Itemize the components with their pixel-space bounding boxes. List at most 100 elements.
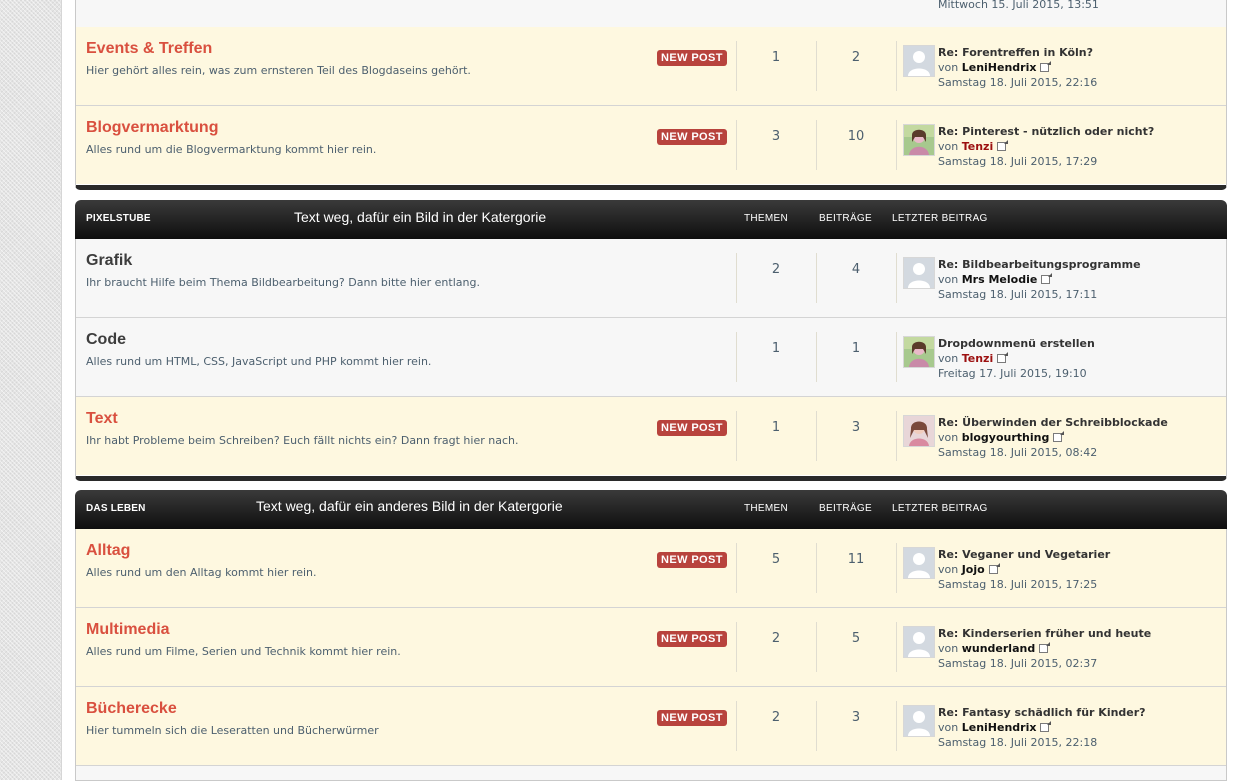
column-divider [896,120,897,170]
goto-post-icon[interactable] [1041,273,1053,284]
forum-title-link[interactable]: Alltag [86,542,130,560]
goto-post-icon[interactable] [1040,721,1052,732]
topics-count: 2 [771,710,781,725]
last-post-info: Re: Veganer und Vegetarier von Jojo Sams… [938,547,1110,592]
column-divider [816,701,817,751]
author-link[interactable]: LeniHendrix [962,721,1037,734]
column-divider [896,543,897,593]
category-title-link[interactable]: DAS LEBEN [86,503,146,514]
column-divider [896,701,897,751]
column-divider [816,543,817,593]
forum-description: Hier tummeln sich die Leseratten und Büc… [86,724,379,737]
goto-post-icon[interactable] [988,563,1000,574]
forum-title-link[interactable]: Multimedia [86,621,170,639]
last-post-title-link[interactable]: Re: Pinterest - nützlich oder nicht? [938,124,1154,139]
posts-count: 2 [851,50,861,65]
column-header-topics: THEMEN [744,503,789,514]
last-post-title-link[interactable]: Re: Fantasy schädlich für Kinder? [938,705,1146,720]
avatar[interactable] [903,124,935,156]
column-divider [896,41,897,91]
forum-title-link[interactable]: Blogvermarktung [86,119,218,137]
last-post-date: Mittwoch 15. Juli 2015, 13:51 [938,0,1099,11]
forum-row: Events & Treffen Hier gehört alles rein,… [76,27,1226,106]
last-post-date: Samstag 18. Juli 2015, 02:37 [938,657,1098,670]
last-post-title-link[interactable]: Re: Veganer und Vegetarier [938,547,1110,562]
column-divider [736,411,737,461]
topics-count: 1 [771,420,781,435]
forum-row: Bücherecke Hier tummeln sich die Leserat… [76,687,1226,766]
goto-post-icon[interactable] [1040,61,1052,72]
last-post-date: Freitag 17. Juli 2015, 19:10 [938,367,1087,380]
column-header-topics: THEMEN [744,213,789,224]
avatar[interactable] [903,257,935,289]
partial-forum-row [76,766,1226,780]
last-post-date: Samstag 18. Juli 2015, 22:18 [938,736,1098,749]
column-divider [896,622,897,672]
column-divider [736,701,737,751]
goto-post-icon[interactable] [1039,642,1051,653]
last-post-date: Samstag 18. Juli 2015, 22:16 [938,76,1098,89]
posts-count: 5 [851,631,861,646]
column-divider [816,411,817,461]
avatar[interactable] [903,547,935,579]
posts-count: 3 [851,710,861,725]
by-label: von [938,61,959,74]
topics-count: 3 [771,129,781,144]
by-label: von [938,431,959,444]
avatar[interactable] [903,336,935,368]
author-link[interactable]: LeniHendrix [962,61,1037,74]
forum-row: Blogvermarktung Alles rund um die Blogve… [76,106,1226,184]
column-divider [736,41,737,91]
goto-post-icon[interactable] [997,140,1009,151]
author-link[interactable]: Tenzi [962,352,994,365]
new-post-badge: NEW POST [657,50,727,66]
goto-post-icon[interactable] [997,352,1009,363]
avatar[interactable] [903,626,935,658]
goto-post-icon[interactable] [1053,431,1065,442]
forum-row: Text Ihr habt Probleme beim Schreiben? E… [76,397,1226,475]
category-header-pixelstube: PIXELSTUBE Text weg, dafür ein Bild in d… [75,200,1227,239]
column-divider [816,332,817,382]
last-post-title-link[interactable]: Re: Kinderserien früher und heute [938,626,1151,641]
page-side-pattern [0,0,62,780]
avatar[interactable] [903,45,935,77]
posts-count: 1 [851,341,861,356]
last-post-info: Re: Bildbearbeitungsprogramme von Mrs Me… [938,257,1141,302]
forum-group-blog: Events & Treffen Hier gehört alles rein,… [75,27,1227,190]
author-link[interactable]: Mrs Melodie [962,273,1038,286]
forum-description: Alles rund um die Blogvermarktung kommt … [86,143,377,156]
last-post-title-link[interactable]: Re: Überwinden der Schreibblockade [938,415,1168,430]
author-link[interactable]: blogyourthing [962,431,1050,444]
column-divider [736,622,737,672]
last-post-date: Samstag 18. Juli 2015, 17:11 [938,288,1098,301]
avatar[interactable] [903,705,935,737]
forum-title-link[interactable]: Events & Treffen [86,40,212,58]
avatar[interactable] [903,415,935,447]
by-label: von [938,352,959,365]
forum-description: Ihr habt Probleme beim Schreiben? Euch f… [86,434,519,447]
forum-title-link[interactable]: Code [86,331,126,349]
column-divider [736,332,737,382]
forum-title-link[interactable]: Grafik [86,252,132,270]
last-post-info: Re: Pinterest - nützlich oder nicht? von… [938,124,1154,169]
author-link[interactable]: Jojo [962,563,985,576]
forum-title-link[interactable]: Bücherecke [86,700,177,718]
forum-description: Alles rund um HTML, CSS, JavaScript und … [86,355,432,368]
author-link[interactable]: wunderland [962,642,1035,655]
forum-title-link[interactable]: Text [86,410,118,428]
last-post-date: Samstag 18. Juli 2015, 17:29 [938,155,1098,168]
category-title-link[interactable]: PIXELSTUBE [86,213,151,224]
column-divider [736,253,737,303]
last-post-title-link[interactable]: Re: Bildbearbeitungsprogramme [938,257,1141,272]
topics-count: 1 [771,341,781,356]
forum-description: Alles rund um Filme, Serien und Technik … [86,645,401,658]
last-post-info: Re: Forentreffen in Köln? von LeniHendri… [938,45,1097,90]
by-label: von [938,140,959,153]
posts-count: 10 [847,129,865,144]
author-link[interactable]: Tenzi [962,140,994,153]
last-post-title-link[interactable]: Re: Forentreffen in Köln? [938,45,1097,60]
forum-description: Alles rund um den Alltag kommt hier rein… [86,566,317,579]
column-divider [896,253,897,303]
forum-row: Grafik Ihr braucht Hilfe beim Thema Bild… [76,239,1226,318]
last-post-title-link[interactable]: Dropdownmenü erstellen [938,336,1095,351]
